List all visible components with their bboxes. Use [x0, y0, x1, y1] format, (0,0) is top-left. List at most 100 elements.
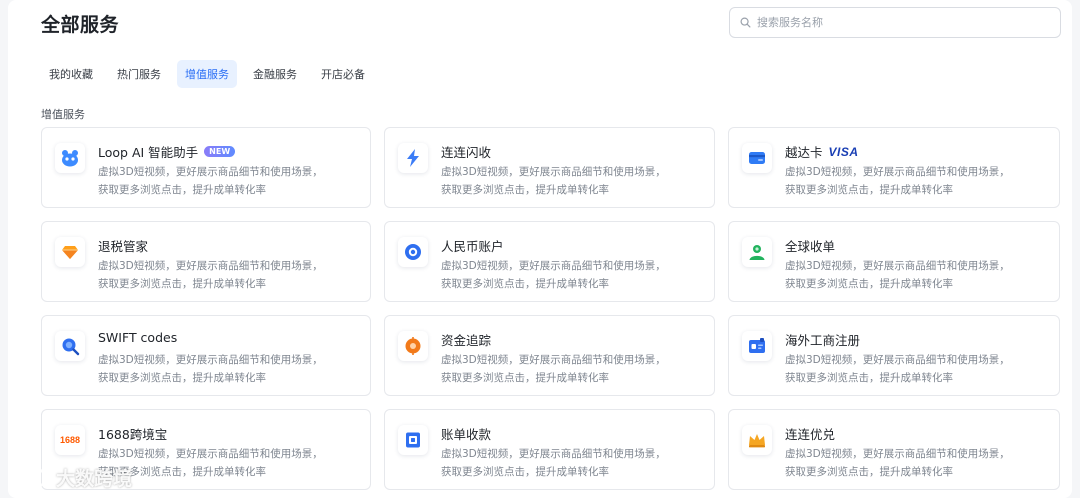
desc-line: 获取更多浏览点击，提升成单转化率 — [98, 184, 266, 196]
desc-line: 获取更多浏览点击，提升成单转化率 — [441, 466, 609, 478]
desc-line: 虚拟3D短视频，更好展示商品细节和使用场景， — [441, 448, 666, 460]
card-title-text: 账单收款 — [441, 427, 492, 442]
tab-store-essentials[interactable]: 开店必备 — [313, 60, 373, 88]
card-title: 连连优兑 — [785, 424, 835, 443]
desc-line: 虚拟3D短视频，更好展示商品细节和使用场景， — [785, 166, 1010, 178]
service-card-bill-collection[interactable]: 账单收款 虚拟3D短视频，更好展示商品细节和使用场景， 获取更多浏览点击，提升成… — [384, 409, 715, 490]
tab-bar: 我的收藏 热门服务 增值服务 金融服务 开店必备 — [41, 60, 373, 88]
watermark: 大数跨境 — [8, 464, 132, 491]
search-box[interactable] — [729, 7, 1061, 38]
desc-line: 虚拟3D短视频，更好展示商品细节和使用场景， — [441, 166, 666, 178]
card-title-text: 退税管家 — [98, 239, 149, 254]
section-title: 增值服务 — [41, 108, 85, 121]
1688-logo-text: 1688 — [59, 435, 81, 445]
new-badge: NEW — [204, 146, 236, 157]
card-title-text: 人民币账户 — [441, 239, 504, 254]
bill-icon — [398, 425, 428, 455]
account-icon — [398, 237, 428, 267]
card-title: 退税管家 — [98, 236, 148, 255]
card-title: 账单收款 — [441, 424, 491, 443]
crown-icon — [742, 425, 772, 455]
card-description: 虚拟3D短视频，更好展示商品细节和使用场景， 获取更多浏览点击，提升成单转化率 — [441, 445, 701, 481]
card-title: 资金追踪 — [441, 330, 491, 349]
service-card-swift-codes[interactable]: SWIFT codes 虚拟3D短视频，更好展示商品细节和使用场景， 获取更多浏… — [41, 315, 371, 396]
service-card-tax-refund[interactable]: 退税管家 虚拟3D短视频，更好展示商品细节和使用场景， 获取更多浏览点击，提升成… — [41, 221, 371, 302]
card-description: 虚拟3D短视频，更好展示商品细节和使用场景， 获取更多浏览点击，提升成单转化率 — [785, 163, 1045, 199]
card-title-text: 连连优兑 — [785, 427, 836, 442]
card-title-text: 海外工商注册 — [785, 333, 861, 348]
card-description: 虚拟3D短视频，更好展示商品细节和使用场景， 获取更多浏览点击，提升成单转化率 — [785, 445, 1045, 481]
service-card-lianlian-exchange[interactable]: 连连优兑 虚拟3D短视频，更好展示商品细节和使用场景， 获取更多浏览点击，提升成… — [728, 409, 1060, 490]
desc-line: 虚拟3D短视频，更好展示商品细节和使用场景， — [98, 448, 323, 460]
card-description: 虚拟3D短视频，更好展示商品细节和使用场景， 获取更多浏览点击，提升成单转化率 — [441, 163, 701, 199]
desc-line: 获取更多浏览点击，提升成单转化率 — [441, 184, 609, 196]
card-title-text: 资金追踪 — [441, 333, 492, 348]
card-description: 虚拟3D短视频，更好展示商品细节和使用场景， 获取更多浏览点击，提升成单转化率 — [98, 163, 358, 199]
tab-finance[interactable]: 金融服务 — [245, 60, 305, 88]
desc-line: 虚拟3D短视频，更好展示商品细节和使用场景， — [98, 354, 323, 366]
tab-popular[interactable]: 热门服务 — [109, 60, 169, 88]
search-icon — [740, 17, 751, 28]
card-title: 海外工商注册 — [785, 330, 860, 349]
card-title: 人民币账户 — [441, 236, 504, 255]
tab-favorites[interactable]: 我的收藏 — [41, 60, 101, 88]
desc-line: 虚拟3D短视频，更好展示商品细节和使用场景， — [785, 260, 1010, 272]
card-title: 连连闪收 — [441, 142, 491, 161]
desc-line: 获取更多浏览点击，提升成单转化率 — [441, 278, 609, 290]
service-card-rmb-account[interactable]: 人民币账户 虚拟3D短视频，更好展示商品细节和使用场景， 获取更多浏览点击，提升… — [384, 221, 715, 302]
card-title: SWIFT codes — [98, 330, 177, 345]
card-title-text: 全球收单 — [785, 239, 836, 254]
card-icon — [742, 143, 772, 173]
card-title: Loop AI 智能助手 NEW — [98, 142, 236, 161]
desc-line: 虚拟3D短视频，更好展示商品细节和使用场景， — [441, 354, 666, 366]
desc-line: 虚拟3D短视频，更好展示商品细节和使用场景， — [441, 260, 666, 272]
card-description: 虚拟3D短视频，更好展示商品细节和使用场景， 获取更多浏览点击，提升成单转化率 — [98, 351, 358, 387]
card-description: 虚拟3D短视频，更好展示商品细节和使用场景， 获取更多浏览点击，提升成单转化率 — [785, 351, 1045, 387]
desc-line: 虚拟3D短视频，更好展示商品细节和使用场景， — [98, 166, 323, 178]
desc-line: 获取更多浏览点击，提升成单转化率 — [98, 372, 266, 384]
desc-line: 获取更多浏览点击，提升成单转化率 — [785, 372, 953, 384]
robot-icon — [55, 143, 85, 173]
card-description: 虚拟3D短视频，更好展示商品细节和使用场景， 获取更多浏览点击，提升成单转化率 — [441, 257, 701, 293]
card-title-text: 连连闪收 — [441, 145, 492, 160]
lightning-icon — [398, 143, 428, 173]
card-description: 虚拟3D短视频，更好展示商品细节和使用场景， 获取更多浏览点击，提升成单转化率 — [785, 257, 1045, 293]
tab-value-added[interactable]: 增值服务 — [177, 60, 237, 88]
service-grid: Loop AI 智能助手 NEW 虚拟3D短视频，更好展示商品细节和使用场景， … — [41, 127, 1061, 490]
search-input[interactable] — [757, 16, 1037, 29]
service-card-global-acquiring[interactable]: 全球收单 虚拟3D短视频，更好展示商品细节和使用场景， 获取更多浏览点击，提升成… — [728, 221, 1060, 302]
desc-line: 获取更多浏览点击，提升成单转化率 — [785, 466, 953, 478]
desc-line: 获取更多浏览点击，提升成单转化率 — [785, 278, 953, 290]
service-card-fund-tracking[interactable]: 资金追踪 虚拟3D短视频，更好展示商品细节和使用场景， 获取更多浏览点击，提升成… — [384, 315, 715, 396]
target-icon — [398, 331, 428, 361]
desc-line: 虚拟3D短视频，更好展示商品细节和使用场景， — [785, 448, 1010, 460]
diamond-icon — [55, 237, 85, 267]
desc-line: 获取更多浏览点击，提升成单转化率 — [785, 184, 953, 196]
card-title-text: 1688跨境宝 — [98, 427, 168, 442]
desc-line: 获取更多浏览点击，提升成单转化率 — [98, 278, 266, 290]
service-card-lianlian-flash[interactable]: 连连闪收 虚拟3D短视频，更好展示商品细节和使用场景， 获取更多浏览点击，提升成… — [384, 127, 715, 208]
desc-line: 虚拟3D短视频，更好展示商品细节和使用场景， — [785, 354, 1010, 366]
service-card-loop-ai[interactable]: Loop AI 智能助手 NEW 虚拟3D短视频，更好展示商品细节和使用场景， … — [41, 127, 371, 208]
page-title: 全部服务 — [41, 14, 120, 36]
desc-line: 获取更多浏览点击，提升成单转化率 — [98, 466, 266, 478]
desc-line: 虚拟3D短视频，更好展示商品细节和使用场景， — [98, 260, 323, 272]
service-card-overseas-registration[interactable]: 海外工商注册 虚拟3D短视频，更好展示商品细节和使用场景， 获取更多浏览点击，提… — [728, 315, 1060, 396]
card-title: 全球收单 — [785, 236, 835, 255]
card-title: 越达卡 VISA — [785, 142, 859, 161]
services-panel: 全部服务 我的收藏 热门服务 增值服务 金融服务 开店必备 增值服务 — [8, 0, 1072, 498]
card-title-text: SWIFT codes — [98, 330, 178, 345]
desc-line: 获取更多浏览点击，提升成单转化率 — [441, 372, 609, 384]
id-card-icon — [742, 331, 772, 361]
card-title-text: Loop AI 智能助手 — [98, 145, 199, 160]
globe-user-icon — [742, 237, 772, 267]
card-title: 1688跨境宝 — [98, 424, 167, 443]
1688-logo-icon: 1688 — [55, 425, 85, 455]
magnifier-icon — [55, 331, 85, 361]
service-card-yueda-card[interactable]: 越达卡 VISA 虚拟3D短视频，更好展示商品细节和使用场景， 获取更多浏览点击… — [728, 127, 1060, 208]
card-description: 虚拟3D短视频，更好展示商品细节和使用场景， 获取更多浏览点击，提升成单转化率 — [98, 257, 358, 293]
visa-logo: VISA — [828, 144, 859, 159]
watermark-logo-icon — [9, 467, 47, 488]
card-title-text: 越达卡 — [785, 145, 823, 160]
card-description: 虚拟3D短视频，更好展示商品细节和使用场景， 获取更多浏览点击，提升成单转化率 — [441, 351, 701, 387]
